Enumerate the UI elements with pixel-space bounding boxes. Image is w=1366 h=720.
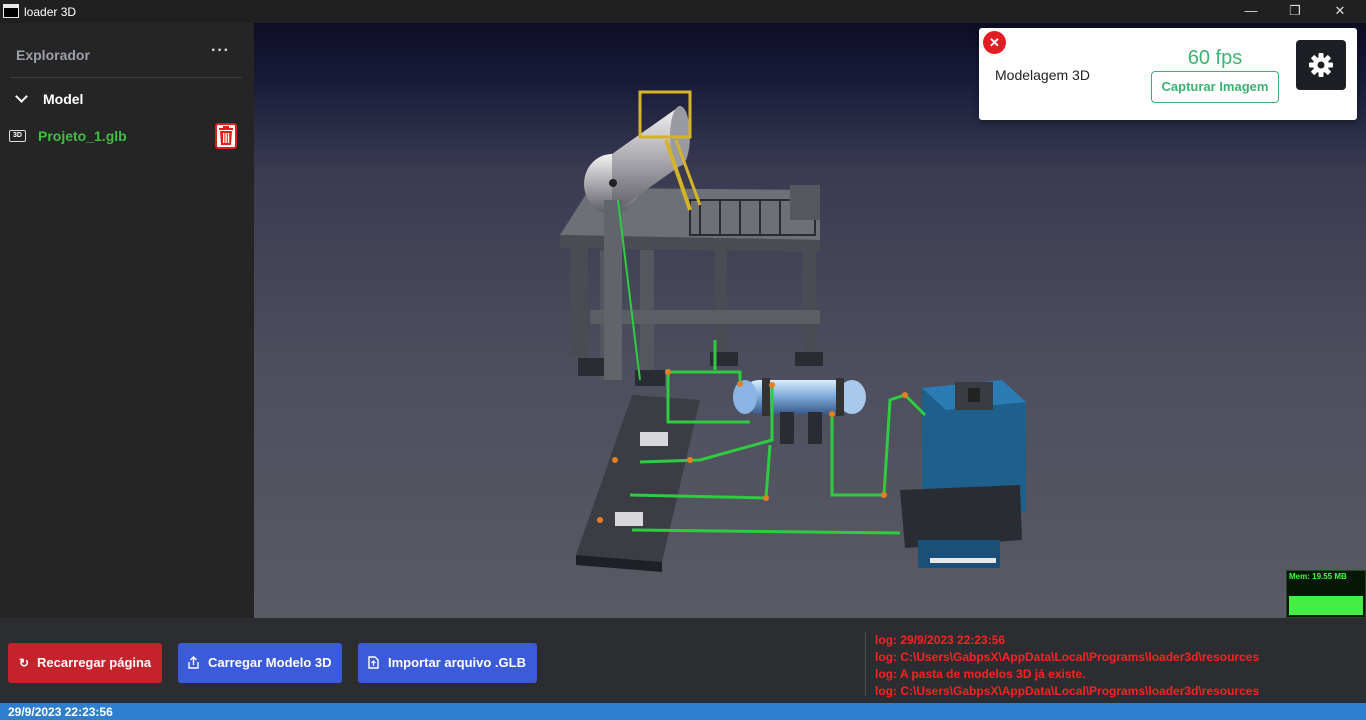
explorer-title: Explorador — [16, 47, 90, 63]
memory-label: Mem: 19.55 MB — [1289, 572, 1347, 581]
close-window-button[interactable]: ✕ — [1317, 0, 1363, 23]
model-file-item[interactable]: Projeto_1.glb — [38, 128, 127, 144]
upload-icon — [188, 656, 199, 669]
status-bar: 29/9/2023 22:23:56 — [0, 703, 1366, 720]
reload-icon: ↻ — [19, 656, 30, 670]
close-panel-button[interactable]: ✕ — [983, 31, 1006, 54]
window-title: loader 3D — [24, 5, 77, 19]
file-import-icon — [368, 656, 379, 669]
panel-title: Modelagem 3D — [995, 67, 1090, 83]
load-model-button[interactable]: Carregar Modelo 3D — [178, 643, 342, 683]
fps-counter: 60 fps — [1187, 47, 1243, 69]
capture-image-button[interactable]: Capturar Imagem — [1151, 71, 1279, 103]
minimize-button[interactable]: — — [1228, 0, 1274, 23]
reload-page-button[interactable]: ↻ Recarregar página — [8, 643, 162, 683]
settings-button[interactable] — [1296, 40, 1346, 90]
trash-icon — [219, 126, 233, 145]
chevron-down-icon[interactable] — [15, 90, 28, 103]
file-3d-icon: 3D — [9, 130, 26, 142]
delete-model-button[interactable] — [215, 123, 237, 149]
log-divider — [865, 632, 866, 696]
import-glb-button[interactable]: Importar arquivo .GLB — [358, 643, 537, 683]
import-glb-label: Importar arquivo .GLB — [388, 655, 526, 670]
log-line: log: C:\Users\GabpsX\AppData\Local\Progr… — [875, 684, 1260, 698]
reload-page-label: Recarregar página — [37, 655, 152, 670]
log-line: log: C:\Users\GabpsX\AppData\Local\Progr… — [875, 650, 1260, 664]
model-section-toggle[interactable]: Model — [43, 91, 83, 107]
gear-icon — [1309, 53, 1333, 77]
window-titlebar: loader 3D — ❐ ✕ — [0, 0, 1366, 23]
restore-button[interactable]: ❐ — [1272, 0, 1318, 23]
sidebar-divider — [10, 77, 242, 78]
log-line: log: 29/9/2023 22:23:56 — [875, 633, 1006, 647]
status-timestamp: 29/9/2023 22:23:56 — [8, 705, 113, 719]
app-icon — [3, 4, 19, 18]
load-model-label: Carregar Modelo 3D — [208, 655, 332, 670]
memory-usage-bar — [1289, 596, 1363, 615]
explorer-sidebar: Explorador ··· Model 3D Projeto_1.glb — [0, 23, 254, 618]
more-options-button[interactable]: ··· — [211, 42, 230, 60]
log-line: log: A pasta de modelos 3D já existe. — [875, 667, 1086, 681]
